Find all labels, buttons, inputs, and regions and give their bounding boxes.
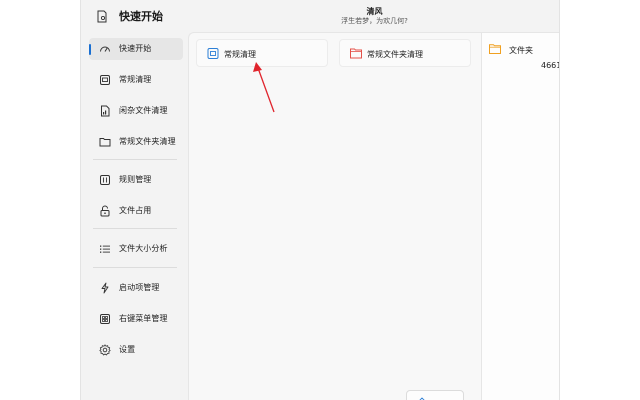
- sidebar-item-file-lock[interactable]: 文件占用: [89, 200, 183, 222]
- sidebar-item-misc-files[interactable]: 闲杂文件清理: [89, 100, 183, 122]
- folder-summary-count: 4661: [541, 61, 560, 70]
- sidebar-item-label: 常规文件夹清理: [119, 137, 176, 146]
- folder-icon: [350, 48, 362, 59]
- card-label: 常规文件夹清理: [367, 50, 423, 59]
- sidebar-item-rules[interactable]: 规则管理: [89, 169, 183, 191]
- sidebar-item-folder-cleanup[interactable]: 常规文件夹清理: [89, 131, 183, 153]
- cleanup-icon: [100, 75, 110, 85]
- app-logo-icon: [97, 10, 107, 23]
- bottom-action-button[interactable]: [406, 390, 464, 400]
- speedometer-icon: [100, 46, 110, 52]
- sidebar-divider: [93, 159, 177, 160]
- lock-icon: [100, 205, 110, 217]
- sidebar: 快速开始 快速开始 常规清理 闲杂文件清理 常规文件夹清理 规则管理 文件占用 …: [81, 0, 188, 400]
- card-folder-cleanup[interactable]: 常规文件夹清理: [339, 39, 471, 67]
- context-menu-icon: [100, 314, 110, 324]
- sidebar-item-size-analysis[interactable]: 文件大小分析: [89, 238, 183, 260]
- brush-icon: [419, 397, 425, 400]
- sidebar-item-cleanup[interactable]: 常规清理: [89, 69, 183, 91]
- sidebar-item-label: 文件占用: [119, 206, 152, 215]
- active-indicator: [89, 44, 91, 55]
- gear-icon: [99, 344, 111, 356]
- folder-summary-label: 文件夹: [509, 46, 533, 55]
- sidebar-item-label: 文件大小分析: [119, 244, 168, 253]
- sidebar-item-label: 规则管理: [119, 175, 152, 184]
- sidebar-item-startup[interactable]: 启动项管理: [89, 277, 183, 299]
- sidebar-divider: [93, 228, 177, 229]
- folder-summary-panel[interactable]: 文件夹 4661: [481, 33, 560, 400]
- sidebar-item-label: 启动项管理: [119, 283, 160, 292]
- file-chart-icon: [101, 105, 110, 117]
- list-icon: [100, 245, 110, 253]
- sidebar-item-label: 常规清理: [119, 75, 152, 84]
- page-title: 快速开始: [119, 10, 163, 23]
- sidebar-item-label: 闲杂文件清理: [119, 106, 168, 115]
- sidebar-item-context-menu[interactable]: 右键菜单管理: [89, 308, 183, 330]
- card-cleanup[interactable]: 常规清理: [196, 39, 328, 67]
- sidebar-divider: [93, 267, 177, 268]
- sidebar-item-quick-start[interactable]: 快速开始: [89, 38, 183, 60]
- sidebar-item-label: 设置: [119, 345, 136, 354]
- app-window: 快速开始 快速开始 常规清理 闲杂文件清理 常规文件夹清理 规则管理 文件占用 …: [80, 0, 560, 400]
- rules-icon: [100, 175, 110, 185]
- cleanup-icon: [207, 48, 219, 59]
- sidebar-item-label: 右键菜单管理: [119, 314, 168, 323]
- card-label: 常规清理: [224, 50, 256, 59]
- folder-icon: [99, 138, 111, 147]
- sidebar-item-settings[interactable]: 设置: [89, 339, 183, 361]
- startup-icon: [101, 282, 109, 294]
- folder-icon: [489, 44, 501, 54]
- sidebar-item-label: 快速开始: [119, 44, 152, 53]
- sidebar-header: 快速开始: [81, 0, 188, 32]
- header-subtitle: 浮生若梦，为欢几何?: [341, 17, 408, 25]
